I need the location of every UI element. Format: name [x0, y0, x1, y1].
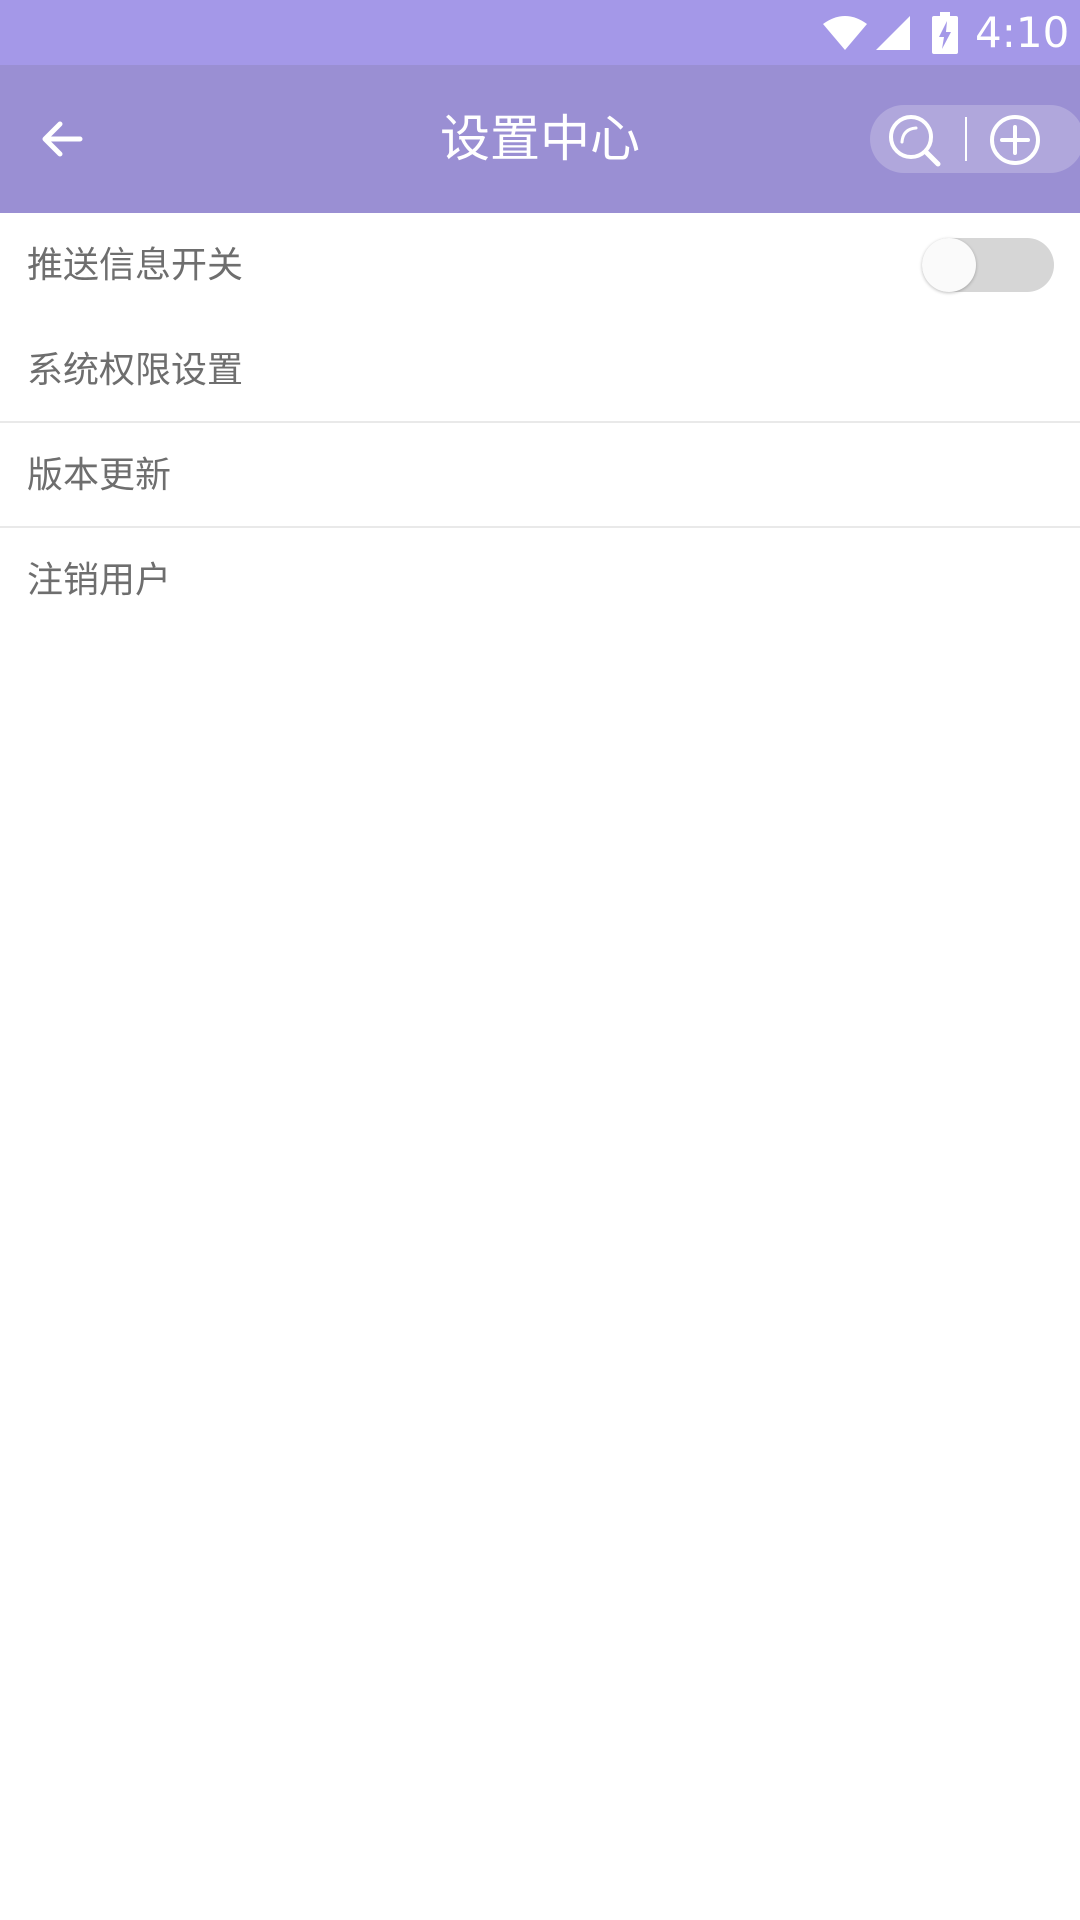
settings-list: 推送信息开关 系统权限设置 版本更新 注销用户 — [0, 213, 1080, 633]
action-divider — [965, 117, 967, 161]
back-button[interactable] — [30, 107, 94, 171]
add-circle-icon[interactable] — [988, 113, 1042, 167]
wifi-icon — [823, 16, 867, 50]
settings-item-logout[interactable]: 注销用户 — [0, 528, 1080, 633]
battery-charging-icon — [932, 12, 958, 54]
settings-item-label: 系统权限设置 — [27, 350, 244, 391]
settings-item-label: 注销用户 — [27, 560, 172, 601]
settings-item-push-toggle[interactable]: 推送信息开关 — [0, 213, 1080, 318]
back-arrow-icon — [42, 121, 83, 157]
action-pill — [870, 105, 1080, 173]
push-notification-toggle[interactable] — [922, 238, 1054, 292]
status-bar: 4:10 — [0, 0, 1080, 65]
toggle-knob — [922, 238, 976, 292]
search-icon[interactable] — [886, 112, 942, 168]
settings-item-label: 版本更新 — [27, 455, 172, 496]
status-time: 4:10 — [975, 8, 1070, 57]
app-bar: 设置中心 — [0, 65, 1080, 213]
settings-item-permissions[interactable]: 系统权限设置 — [0, 318, 1080, 423]
settings-item-label: 推送信息开关 — [27, 245, 244, 286]
cell-signal-icon — [876, 16, 910, 50]
settings-item-version-update[interactable]: 版本更新 — [0, 423, 1080, 528]
